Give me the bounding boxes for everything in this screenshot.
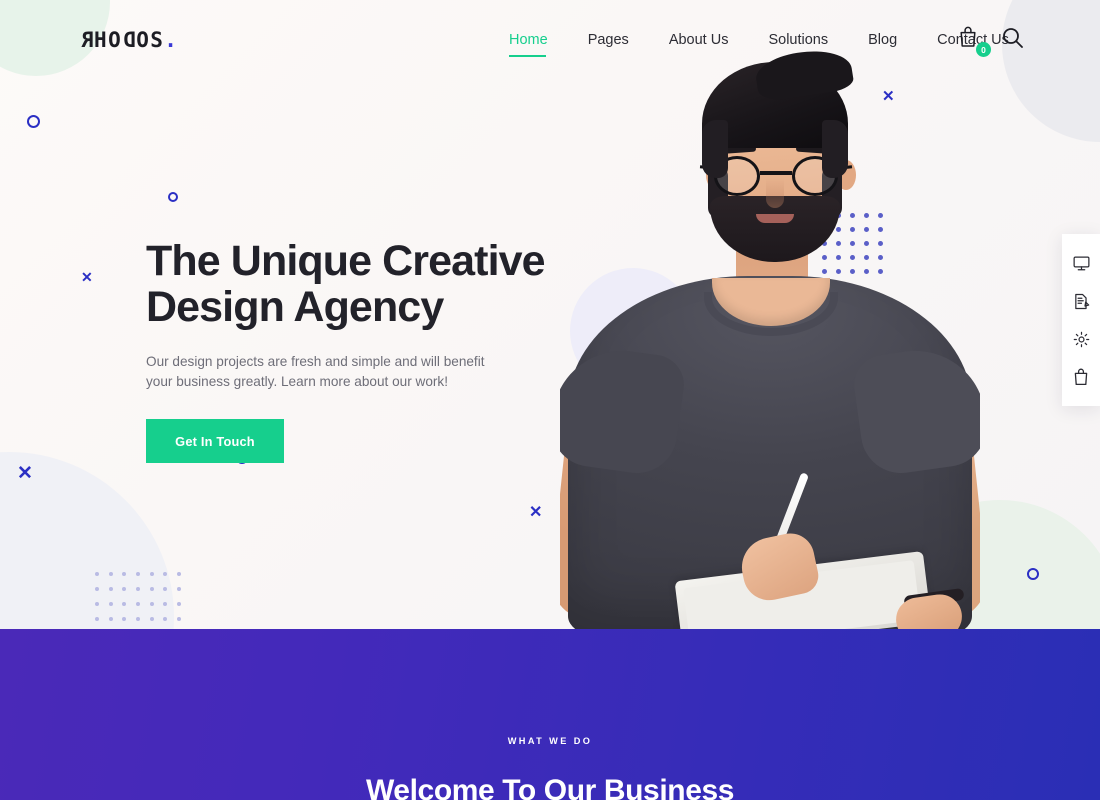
cart-button[interactable]: 0	[958, 26, 991, 57]
nav-item-solutions[interactable]: Solutions	[748, 0, 848, 80]
nav-label: Pages	[587, 32, 629, 48]
side-panel-monitor-icon[interactable]	[1062, 244, 1100, 282]
nav-item-home[interactable]: Home	[500, 0, 568, 80]
nav-label: Blog	[868, 32, 898, 48]
search-button[interactable]	[1001, 26, 1029, 54]
section-title: Welcome To Our Business	[365, 774, 735, 800]
section-eyebrow: WHAT WE DO	[507, 736, 593, 746]
nav-label: Solutions	[768, 32, 829, 48]
decor-ring-icon	[27, 115, 40, 128]
what-we-do-section: WHAT WE DO Welcome To Our Business	[0, 629, 1100, 800]
hero-title-line-2: Design Agency	[146, 283, 444, 331]
logo-dot: .	[164, 28, 179, 52]
decor-dot-grid-left	[95, 572, 191, 629]
nav-item-about-us[interactable]: About Us	[649, 0, 749, 80]
side-panel-shopping-bag-icon[interactable]	[1062, 358, 1100, 396]
hero-section: ✕ ✕ ✕ ✕ RHODOS. Home Pages About Us Solu…	[0, 0, 1100, 629]
hero-copy: The Unique Creative Design Agency Our de…	[146, 238, 566, 464]
hero-portrait-image	[560, 0, 980, 629]
side-panel-document-edit-icon[interactable]	[1062, 282, 1100, 320]
cart-count-badge: 0	[976, 42, 991, 57]
decor-ring-icon	[168, 192, 178, 202]
nav-item-blog[interactable]: Blog	[848, 0, 917, 80]
nav-label: About Us	[668, 32, 729, 48]
nav-item-pages[interactable]: Pages	[568, 0, 649, 80]
brand-logo[interactable]: RHODOS.	[80, 28, 178, 52]
decor-x-icon: ✕	[529, 504, 543, 521]
hero-title: The Unique Creative Design Agency	[146, 238, 566, 330]
hero-subtitle: Our design projects are fresh and simple…	[146, 354, 485, 389]
header-actions: 0	[958, 26, 1029, 57]
decor-ring-icon	[1027, 568, 1039, 580]
nav-label: Home	[509, 32, 548, 48]
get-in-touch-button[interactable]: Get In Touch	[146, 419, 284, 464]
landing-page: ✕ ✕ ✕ ✕ RHODOS. Home Pages About Us Solu…	[0, 0, 1100, 800]
main-navigation: Home Pages About Us Solutions Blog Conta…	[500, 0, 1029, 80]
floating-side-panel	[1062, 234, 1100, 406]
decor-x-icon: ✕	[17, 463, 33, 484]
decor-x-icon: ✕	[81, 269, 93, 285]
site-header: RHODOS. Home Pages About Us Solutions Bl…	[0, 0, 1100, 80]
hero-title-line-1: The Unique Creative	[146, 237, 546, 285]
side-panel-gear-icon[interactable]	[1062, 320, 1100, 358]
